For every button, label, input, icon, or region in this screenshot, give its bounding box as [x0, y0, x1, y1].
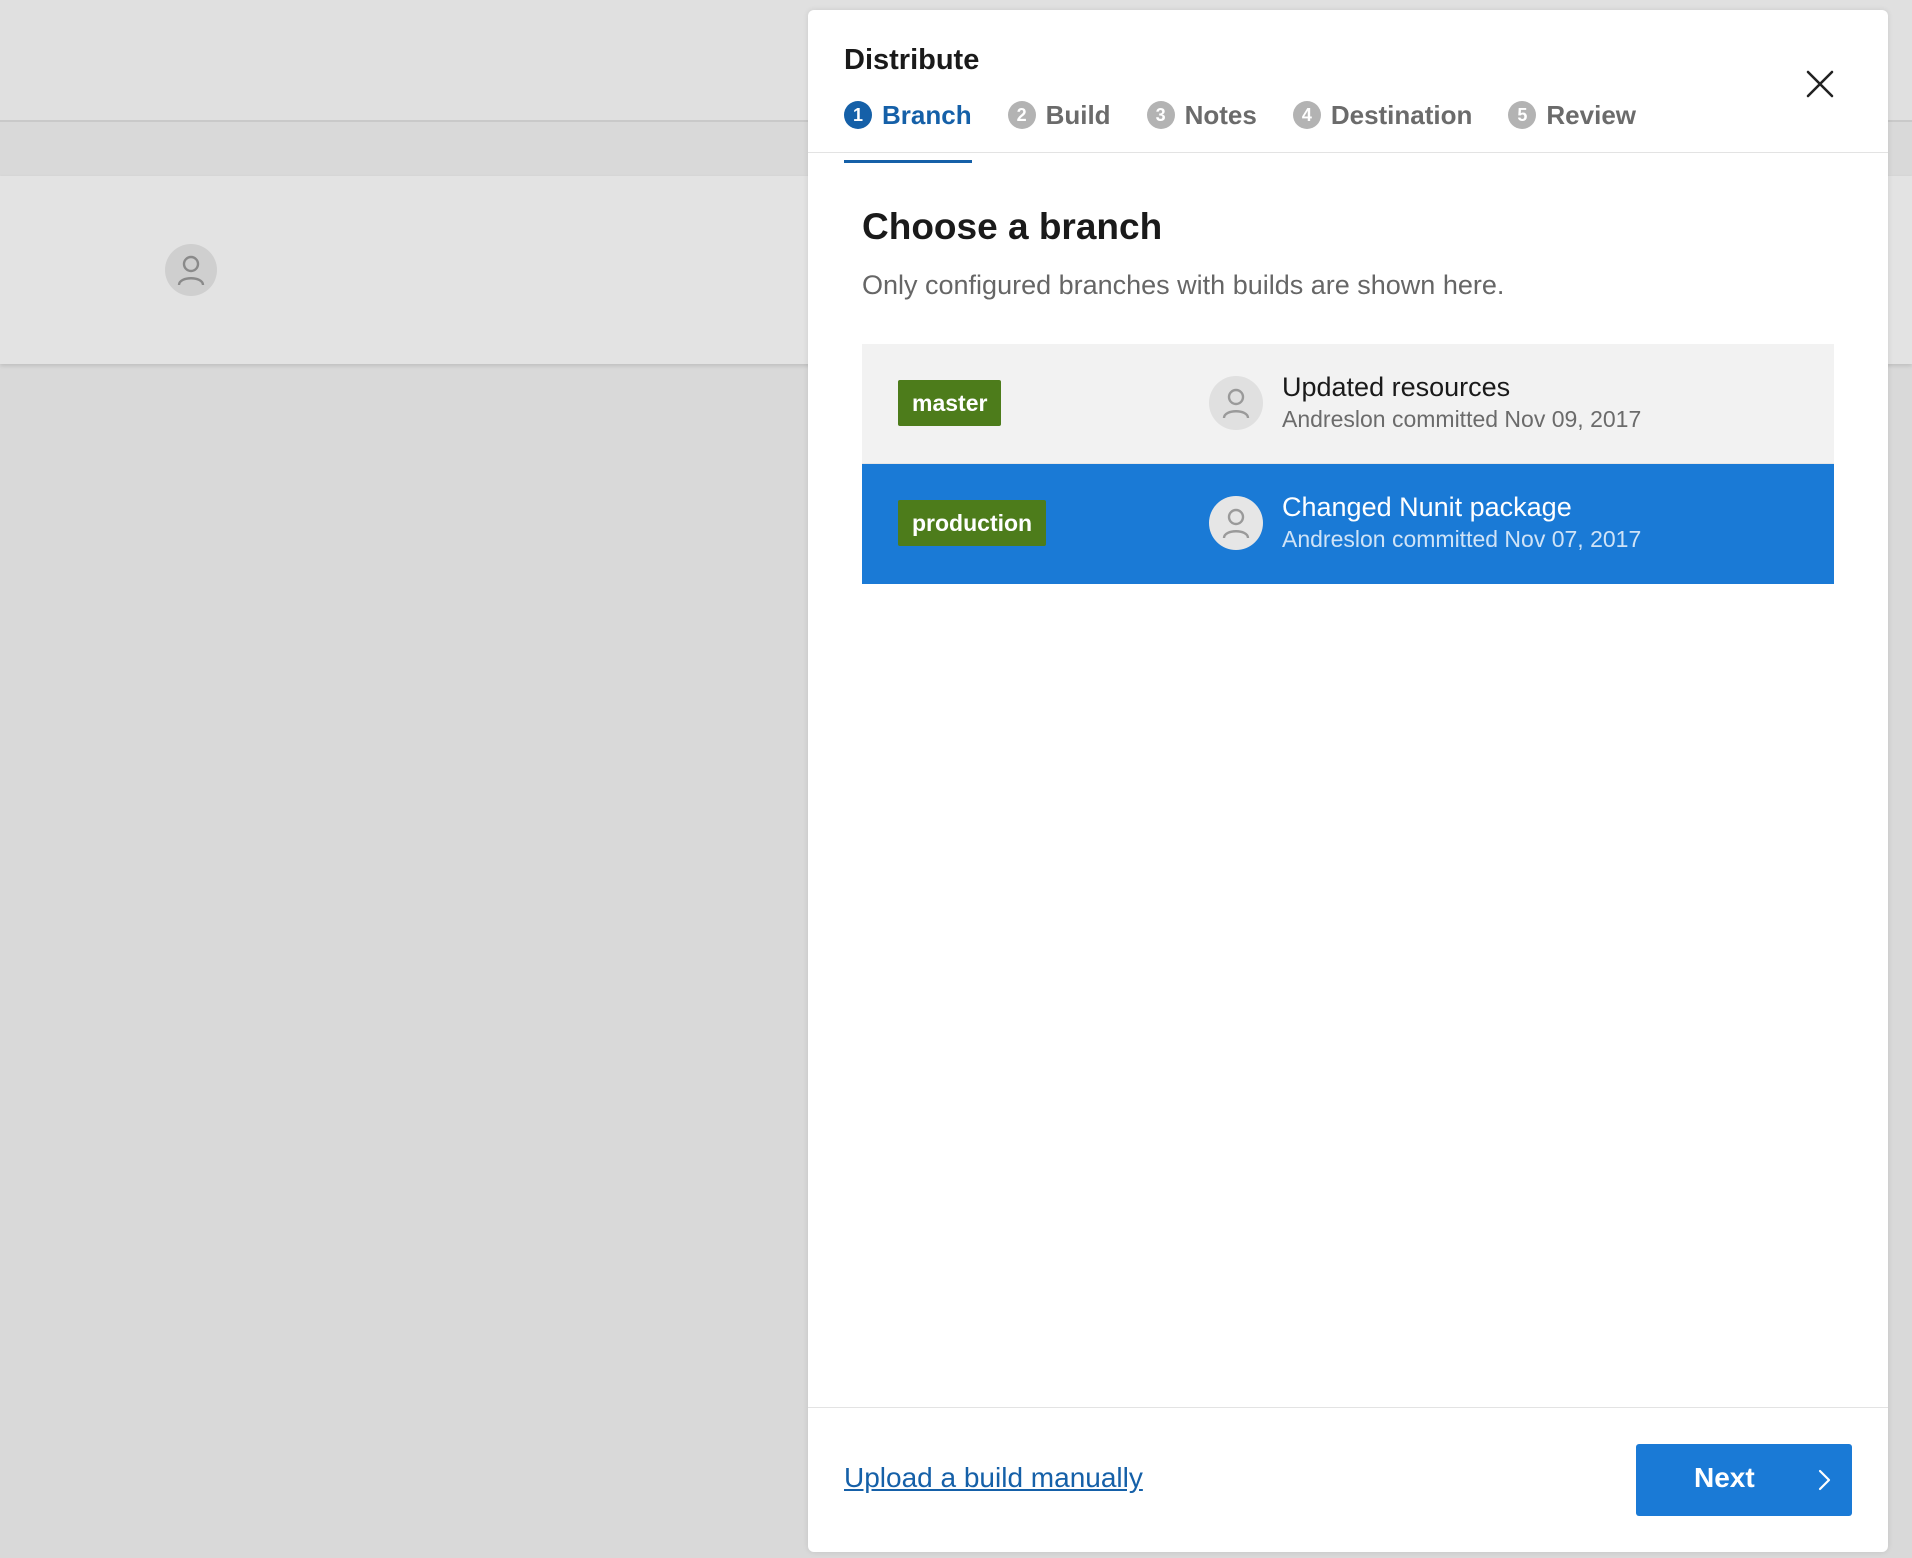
step-review[interactable]: 5 Review [1508, 86, 1636, 144]
commit-meta: Andreslon committed Nov 09, 2017 [1282, 406, 1642, 432]
section-description: Only configured branches with builds are… [862, 270, 1505, 300]
next-button-label: Next [1694, 1462, 1755, 1493]
step-label: Build [1045, 99, 1111, 130]
stepper: 1 Branch 2 Build 3 Notes 4 Destination 5… [844, 86, 1672, 163]
step-build[interactable]: 2 Build [1007, 86, 1111, 144]
upload-build-link[interactable]: Upload a build manually [844, 1462, 1143, 1494]
step-number: 5 [1508, 101, 1537, 129]
step-number: 2 [1007, 101, 1036, 129]
next-button[interactable]: Next [1636, 1444, 1852, 1516]
footer-divider [808, 1407, 1888, 1408]
step-notes[interactable]: 3 Notes [1146, 86, 1257, 144]
close-icon [1806, 70, 1834, 98]
commit-meta: Andreslon committed Nov 07, 2017 [1282, 526, 1642, 552]
step-number: 4 [1292, 101, 1321, 129]
panel-title: Distribute [844, 44, 980, 76]
step-label: Branch [882, 99, 972, 130]
branch-row-master[interactable]: master Updated resources Andreslon commi… [862, 344, 1834, 464]
step-number: 3 [1146, 101, 1175, 129]
commit-message: Changed Nunit package [1282, 492, 1572, 522]
step-label: Notes [1184, 99, 1257, 130]
step-branch[interactable]: 1 Branch [844, 86, 972, 163]
branch-tag: production [898, 500, 1047, 546]
header-divider [808, 152, 1888, 153]
avatar-icon [1209, 376, 1263, 430]
avatar-icon [1209, 496, 1263, 550]
close-button[interactable] [1798, 62, 1842, 106]
step-label: Review [1546, 99, 1637, 130]
step-label: Destination [1330, 99, 1473, 130]
section-heading: Choose a branch [862, 206, 1163, 247]
branch-tag: master [898, 380, 1002, 426]
chevron-right-icon [1818, 1469, 1831, 1491]
branch-list: master Updated resources Andreslon commi… [862, 344, 1834, 584]
commit-message: Updated resources [1282, 372, 1511, 402]
avatar-icon [165, 244, 217, 296]
step-destination[interactable]: 4 Destination [1292, 86, 1473, 144]
step-number: 1 [844, 101, 872, 129]
branch-row-production[interactable]: production Changed Nunit package Andresl… [862, 464, 1834, 584]
distribute-panel: Distribute 1 Branch 2 Build 3 Notes 4 De… [808, 10, 1888, 1552]
